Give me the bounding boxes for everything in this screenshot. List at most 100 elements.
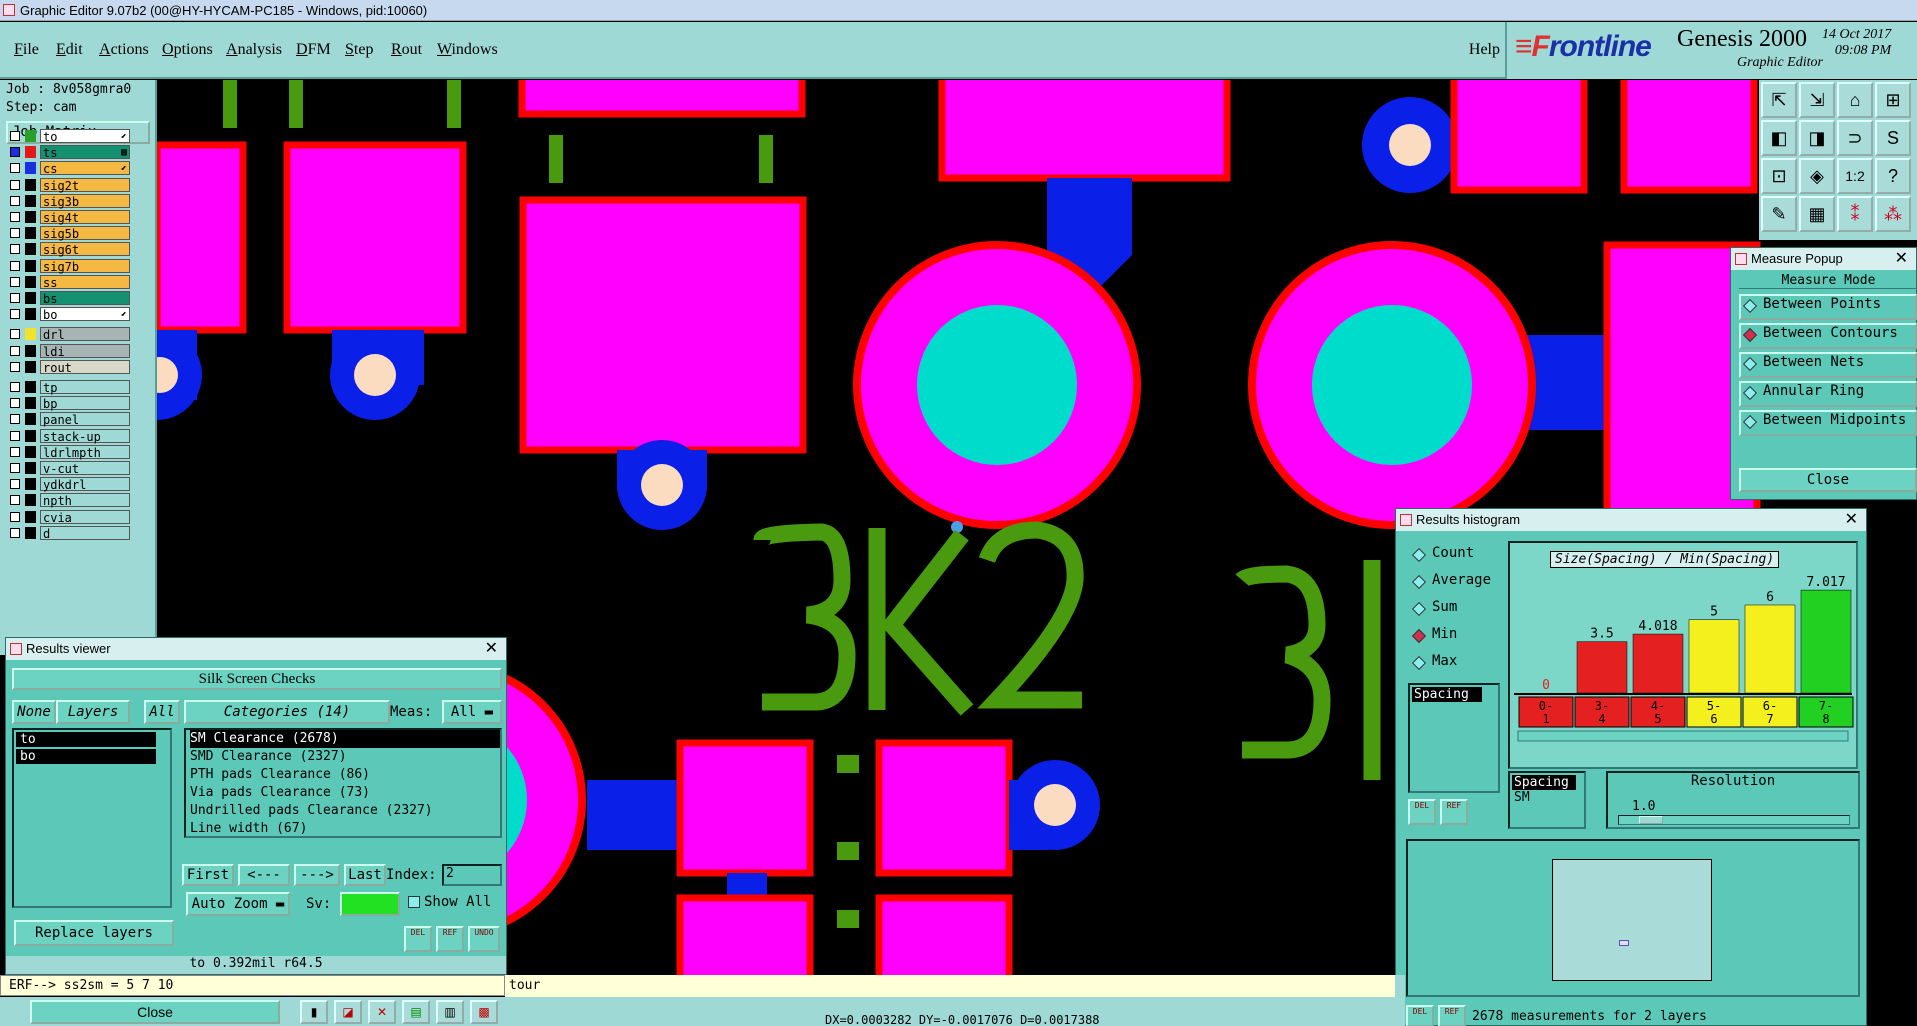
hist-field-list[interactable]: Spacing xyxy=(1408,683,1500,793)
layer-color-swatch[interactable] xyxy=(25,510,36,523)
category-item[interactable]: PTH pads Clearance (86) xyxy=(190,766,500,784)
layer-row-ydkdrl[interactable]: ydkdrl xyxy=(8,477,130,492)
layer-name[interactable]: panel xyxy=(40,412,130,427)
categories-header[interactable]: Categories (14) xyxy=(184,700,390,724)
footer-ref-button[interactable]: REF xyxy=(1438,1005,1466,1026)
command-line[interactable]: ERF--> ss2sm = 5 7 10 xyxy=(0,975,505,996)
layer-color-swatch[interactable] xyxy=(25,381,36,393)
layer-name[interactable]: cs ⬋ xyxy=(40,161,130,176)
layer-row-sig3b[interactable]: sig3b xyxy=(8,193,130,209)
layer-name[interactable]: cvia xyxy=(40,509,130,525)
layer-color-swatch[interactable] xyxy=(25,344,36,357)
layer-color-swatch[interactable] xyxy=(25,478,36,491)
layer-checkbox[interactable] xyxy=(10,309,20,320)
layer-name[interactable]: sig4t xyxy=(40,210,130,225)
grid-icon[interactable]: ▦ xyxy=(1799,196,1835,232)
hist-mode-count[interactable]: Count xyxy=(1410,545,1500,567)
menu-analysis[interactable]: Analysis xyxy=(226,41,282,59)
layer-color-swatch[interactable] xyxy=(25,227,36,240)
layer-color-swatch[interactable] xyxy=(25,275,36,288)
layer-row-ldi[interactable]: ldi xyxy=(8,343,130,359)
category-item[interactable]: Line width (67) xyxy=(190,820,500,838)
layer-color-swatch[interactable] xyxy=(25,130,36,142)
layer-on-icon[interactable]: ⁑ xyxy=(1837,196,1873,232)
hist-mode-max[interactable]: Max xyxy=(1410,653,1500,675)
all-button[interactable]: All xyxy=(144,700,180,724)
close-button[interactable]: Close xyxy=(30,1000,280,1024)
layer-checkbox[interactable] xyxy=(10,212,20,222)
none-button[interactable]: None xyxy=(12,700,56,724)
layer-color-swatch[interactable] xyxy=(25,194,36,207)
layer-color-swatch[interactable] xyxy=(25,328,36,341)
menu-step[interactable]: Step xyxy=(345,41,373,59)
layer-color-swatch[interactable] xyxy=(25,308,36,321)
close-icon[interactable]: ✕ xyxy=(1845,509,1858,531)
layer-name[interactable]: bs xyxy=(40,291,130,306)
mirror-icon[interactable]: ⊃ xyxy=(1837,120,1873,156)
hist-del-button[interactable]: DEL xyxy=(1408,799,1436,825)
layer-name[interactable]: bp xyxy=(40,396,130,411)
layer-row-to[interactable]: to ⬋ xyxy=(8,129,130,144)
layer-name[interactable]: sig5b xyxy=(40,226,130,241)
layer-row-drl[interactable]: drl xyxy=(8,327,130,342)
layer-row-bo[interactable]: bo ⬋ xyxy=(8,307,130,322)
layer-off-icon[interactable]: ⁂ xyxy=(1875,196,1911,232)
layer-checkbox[interactable] xyxy=(10,414,20,425)
layer-name[interactable]: sig7b xyxy=(40,258,130,274)
layer-checkbox[interactable] xyxy=(10,228,20,239)
help-icon[interactable]: ? xyxy=(1875,158,1911,194)
hist-mode-min[interactable]: Min xyxy=(1410,626,1500,648)
show-all-checkbox[interactable] xyxy=(408,896,420,908)
ref-button[interactable]: REF xyxy=(436,926,464,952)
layer-name[interactable]: ldrlmpth xyxy=(40,444,130,460)
zoom-home-icon[interactable]: ⇱ xyxy=(1761,82,1797,118)
layer-checkbox[interactable] xyxy=(10,361,20,372)
histogram-bar[interactable] xyxy=(1688,619,1740,694)
measure-icon[interactable]: ✎ xyxy=(1761,196,1797,232)
mode-between-contours[interactable]: Between Contours xyxy=(1739,323,1917,349)
layer-name[interactable]: bo ⬋ xyxy=(40,307,130,322)
tool-icon-a[interactable]: ▮ xyxy=(300,1000,328,1024)
layer-checkbox[interactable] xyxy=(10,329,20,340)
menu-edit[interactable]: Edit xyxy=(56,41,83,59)
category-item[interactable]: SMD Clearance (2327) xyxy=(190,748,500,766)
category-item[interactable]: SM Clearance (2678) xyxy=(190,730,500,748)
tool-icon-d[interactable]: ▤ xyxy=(402,1000,430,1024)
layer-name[interactable]: d xyxy=(40,525,130,541)
pan-left-icon[interactable]: ◧ xyxy=(1761,120,1797,156)
layer-checkbox[interactable] xyxy=(10,430,20,441)
center-icon[interactable]: ◈ xyxy=(1799,158,1835,194)
layer-checkbox[interactable] xyxy=(10,495,20,506)
layer-row-sig2t[interactable]: sig2t xyxy=(8,177,130,193)
layer-name[interactable]: stack-up xyxy=(40,428,130,444)
menu-windows[interactable]: Windows xyxy=(437,41,498,59)
histogram-bar[interactable] xyxy=(1576,641,1628,694)
menu-help[interactable]: Help xyxy=(1469,41,1500,59)
layer-name[interactable]: ldi xyxy=(40,343,130,359)
tool-icon-e[interactable]: ▥ xyxy=(436,1000,464,1024)
layer-checkbox[interactable] xyxy=(10,345,20,356)
layer-name[interactable]: ydkdrl xyxy=(40,477,130,492)
layer-checkbox[interactable] xyxy=(10,163,20,174)
layer-name[interactable]: tp xyxy=(40,380,130,395)
meas-select[interactable]: All ▬ xyxy=(442,700,502,724)
layer-name[interactable]: rout xyxy=(40,359,130,375)
list-item[interactable]: Spacing xyxy=(1412,687,1482,702)
layer-row-d[interactable]: d xyxy=(8,525,130,541)
layer-name[interactable]: ts ▩ xyxy=(40,145,130,160)
resolution-slider[interactable] xyxy=(1618,815,1850,825)
list-item[interactable]: bo xyxy=(16,749,156,764)
layer-color-swatch[interactable] xyxy=(25,360,36,373)
tool-icon-b[interactable]: ◪ xyxy=(334,1000,362,1024)
menu-options[interactable]: Options xyxy=(162,41,213,59)
layer-checkbox[interactable] xyxy=(10,463,20,473)
hist-ref-button[interactable]: REF xyxy=(1440,799,1468,825)
layer-row-rout[interactable]: rout xyxy=(8,359,130,375)
mode-between-midpoints[interactable]: Between Midpoints xyxy=(1739,410,1917,436)
layer-color-swatch[interactable] xyxy=(25,162,36,175)
layer-color-swatch[interactable] xyxy=(25,259,36,272)
measure-close-button[interactable]: Close xyxy=(1739,468,1917,492)
fit-icon[interactable]: ⊡ xyxy=(1761,158,1797,194)
redraw-icon[interactable]: ⇲ xyxy=(1799,82,1835,118)
layer-color-swatch[interactable] xyxy=(25,413,36,426)
